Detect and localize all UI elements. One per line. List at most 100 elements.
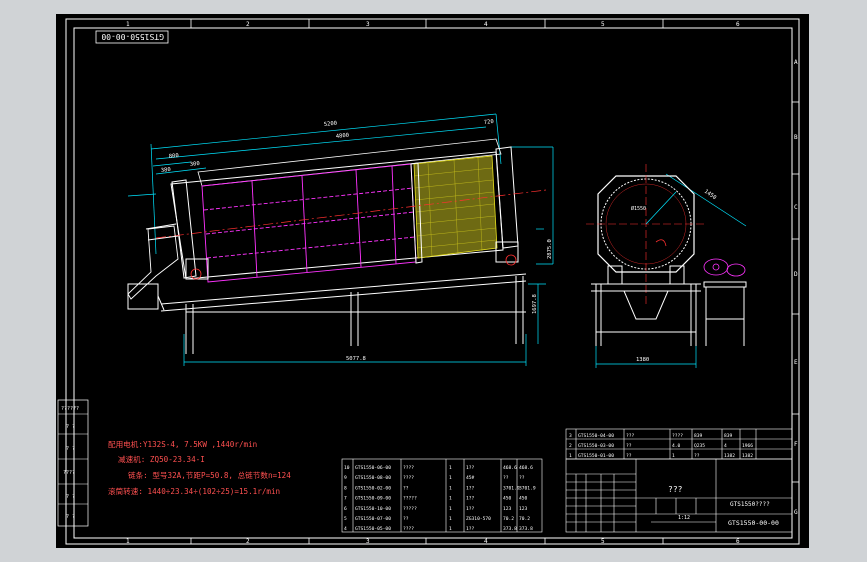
parts-cell: GTS1550-06-00 [355, 465, 391, 471]
parts-cell: GTS1550-10-00 [355, 506, 391, 512]
technical-notes: 配用电机:Y132S-4, 7.5KW ,1440r/min 减速机: ZQ50… [108, 439, 291, 496]
parts-cell: GTS1550-09-00 [355, 496, 391, 502]
parts-cell: ????? [403, 506, 417, 512]
parts-cell: 373.8 [503, 526, 517, 532]
col-label-bottom: 2 [246, 538, 250, 545]
parts-cell: 7 [344, 496, 347, 502]
parts-cell: 1382 [742, 453, 753, 459]
parts-cell: 70.2 [503, 516, 514, 522]
row-label: F [794, 441, 798, 448]
dim-overall-len: 5200 [324, 121, 338, 128]
side-info-column: ?????? ? ? ? ? ???? ? ? ? ? [57, 399, 89, 527]
title-part: GTS1550???? [730, 501, 770, 508]
parts-cell: 1966 [742, 443, 753, 449]
end-view: 1380 1450 Ø1550 [586, 164, 747, 368]
note-speed: 滚筒转速: 1440÷23.34÷(102÷25)=15.1r/min [108, 486, 280, 496]
dim-side-w: 1380 [636, 357, 649, 363]
parts-cell: 3701.9 [503, 485, 520, 491]
parts-cell: Q235 [694, 443, 705, 449]
row-label: D [794, 271, 798, 278]
yellow-screen [413, 155, 498, 259]
parts-cell: ZG310-570 [466, 516, 491, 522]
parts-cell: ?? [694, 453, 700, 459]
side-label: ? ? [66, 514, 75, 520]
parts-upper-rows: 3 GTS1550-04-00??????? 839 839 2 GTS1550-03-0… [569, 433, 753, 459]
side-label: ? ? [66, 494, 75, 500]
parts-cell: GTS1550-02-00 [355, 485, 391, 491]
parts-cell: 6 [344, 506, 347, 512]
parts-cell: 1?? [466, 465, 475, 471]
parts-cell: ??? [626, 433, 635, 439]
parts-cell: 1 [449, 516, 452, 522]
side-view: 5200 4800 800 300 380 720 5077.8 2875.0 … [127, 113, 554, 366]
row-label: C [794, 204, 798, 211]
row-label: G [794, 509, 798, 516]
dim-d3: 380 [161, 167, 172, 174]
screen-sections [201, 163, 417, 283]
parts-cell: ?? [403, 485, 409, 491]
parts-cell: 1?? [466, 506, 475, 512]
parts-cell: 4 [724, 443, 727, 449]
row-label: B [794, 134, 798, 141]
col-label-top: 3 [366, 21, 370, 28]
parts-cell: 2 [569, 443, 572, 449]
parts-cell: 1 [672, 453, 675, 459]
parts-cell: 10 [344, 465, 350, 471]
dim-base-len: 5077.8 [346, 356, 366, 362]
dim-d4: 720 [484, 119, 495, 126]
end-support-frame [591, 265, 747, 346]
column-labels: 1 2 3 4 5 6 1 2 3 4 5 6 A B C D E F G [126, 21, 798, 545]
dim-frame-h: 1697.8 [532, 294, 538, 314]
parts-cell: 8 [344, 485, 347, 491]
col-label-bottom: 6 [736, 538, 740, 545]
parts-cell: ???? [403, 475, 414, 481]
col-label-top: 4 [484, 21, 488, 28]
parts-cell: 1?? [466, 485, 475, 491]
parts-cell: GTS1550-03-00 [578, 443, 614, 449]
parts-cell: 373.8 [519, 526, 533, 532]
parts-cell: 123 [503, 506, 512, 512]
parts-cell: 1?? [466, 526, 475, 532]
row-label: E [794, 359, 798, 366]
parts-cell: ?? [403, 516, 409, 522]
title-drawing-no: GTS1550-00-00 [728, 519, 779, 527]
parts-cell: 1 [449, 496, 452, 502]
parts-cell: ?? [626, 453, 632, 459]
parts-cell: 1?? [466, 496, 475, 502]
parts-cell: 1 [449, 465, 452, 471]
title-name: ??? [668, 485, 683, 494]
row-label: A [794, 59, 798, 66]
parts-cell: ???? [403, 465, 414, 471]
rotation-arrow [655, 239, 667, 247]
parts-cell: 70.2 [519, 516, 530, 522]
drive-motor-side [190, 254, 517, 280]
parts-cell: ?? [519, 475, 525, 481]
dim-inner-d: Ø1550 [631, 205, 646, 212]
parts-cell: 468.6 [519, 465, 533, 471]
parts-cell: 45# [466, 475, 475, 481]
drawing-sheet: 1 2 3 4 5 6 1 2 3 4 5 6 A B C D E F G GT… [56, 14, 809, 548]
parts-cell: GTS1550-01-00 [578, 453, 614, 459]
parts-cell: 1 [449, 526, 452, 532]
col-label-bottom: 5 [601, 538, 605, 545]
note-reducer: 减速机: ZQ50-23.34-I [118, 454, 205, 464]
parts-cell: 5 [344, 516, 347, 522]
col-label-bottom: 1 [126, 538, 130, 545]
dim-d2: 300 [190, 161, 201, 168]
parts-cell: 1 [569, 453, 572, 459]
parts-cell: 4 [344, 526, 347, 532]
col-label-bottom: 4 [484, 538, 488, 545]
parts-lower-rows: 10 GTS1550-06-00???? 1 1?? 468.6 468.69 GTS155… [344, 465, 536, 532]
side-label: ?????? [61, 406, 79, 412]
parts-cell: 1 [449, 506, 452, 512]
dim-height-right: 2875.0 [547, 239, 553, 259]
parts-cell: GTS1550-07-00 [355, 516, 391, 522]
title-block-texts: ??? GTS1550???? GTS1550-00-00 1:12 [668, 485, 779, 527]
col-label-top: 5 [601, 21, 605, 28]
title-scale: 1:12 [678, 515, 690, 521]
dim-d1: 800 [169, 153, 180, 160]
parts-cell: GTS1550-05-00 [355, 526, 391, 532]
parts-cell: 839 [694, 433, 703, 439]
parts-cell: 3 [569, 433, 572, 439]
col-label-top: 1 [126, 21, 130, 28]
